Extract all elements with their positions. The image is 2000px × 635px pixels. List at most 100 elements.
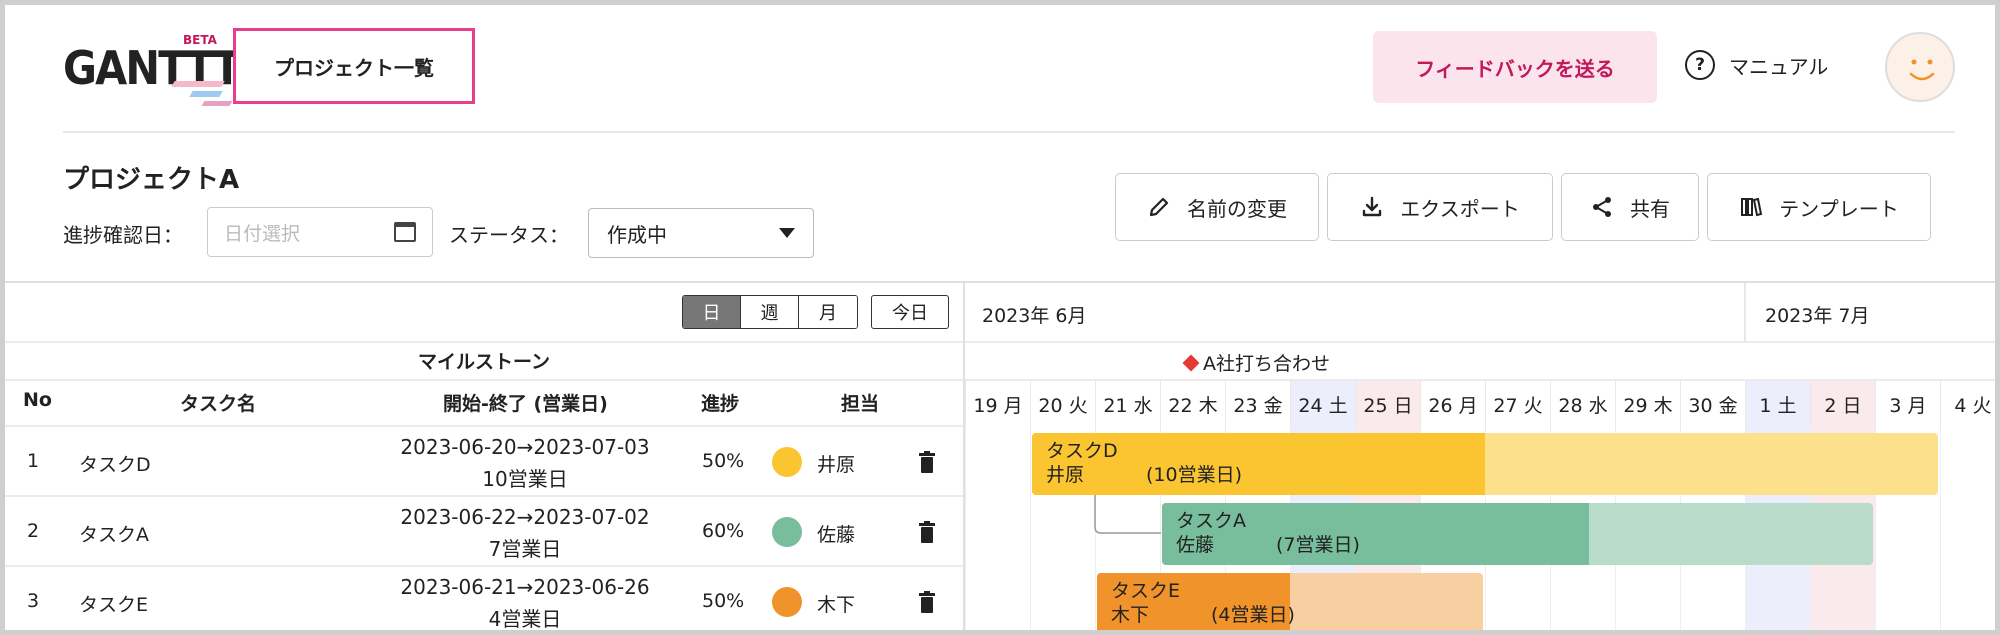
gantt-bar-info: 井原 (10営業日) [1046,463,1242,487]
gantt-bar-assignee: 佐藤 [1176,534,1215,556]
gantt-bar-info: 佐藤 (7営業日) [1176,533,1360,557]
column-header-no: No [23,389,52,411]
gantt-bar[interactable]: タスクA 佐藤 (7営業日) [1162,503,1873,565]
template-label: テンプレート [1779,196,1899,221]
gantt-bar[interactable]: タスクD 井原 (10営業日) [1032,433,1938,495]
day-header: 20 火 [1030,381,1095,427]
milestone-item: A社打ち合わせ [1203,353,1330,375]
manual-link[interactable]: ? マニュアル [1685,45,1828,85]
task-name: タスクD [79,454,151,476]
status-label: ステータス： [449,223,569,247]
date-label: 進捗確認日： [63,223,183,247]
diamond-icon [1182,354,1200,371]
task-days: 10営業日 [482,467,568,491]
day-header: 30 金 [1680,381,1745,427]
rename-label: 名前の変更 [1187,196,1287,221]
date-picker-input[interactable]: 日付選択 [207,207,433,257]
project-list-button[interactable]: プロジェクト一覧 [233,28,475,104]
books-icon [1739,195,1763,219]
task-days: 7営業日 [488,537,562,561]
milestone-label: マイルストーン [417,351,551,373]
gantt-bar-info: 木下 (4営業日) [1111,603,1295,627]
gantt-bar-label: タスクD 井原 (10営業日) [1046,439,1242,487]
user-avatar[interactable] [1885,32,1955,102]
gantt-bar-label: タスクA 佐藤 (7営業日) [1176,509,1360,557]
day-header: 25 日 [1355,381,1420,427]
task-no: 3 [27,590,40,612]
status-value: 作成中 [607,222,667,247]
assignee-color-dot [772,587,802,617]
day-header: 27 火 [1485,381,1550,427]
trash-icon[interactable] [919,591,935,613]
share-label: 共有 [1630,196,1670,221]
export-label: エクスポート [1400,196,1520,221]
gantt-bar-days: (10営業日) [1146,464,1243,486]
row-divider [5,565,963,567]
feedback-button[interactable]: フィードバックを送る [1373,31,1657,103]
view-month-toggle[interactable]: 月 [799,296,857,328]
day-header: 19 月 [965,381,1030,427]
gantt-bar-task: タスクE [1111,580,1181,602]
share-button[interactable]: 共有 [1561,173,1699,241]
view-scale-toggle: 日 週 月 [682,295,858,329]
month-label: 2023年 7月 [1765,305,1870,327]
day-column [1940,427,1995,630]
task-progress: 60% [702,520,745,542]
template-button[interactable]: テンプレート [1707,173,1931,241]
gantt-bar-assignee: 井原 [1046,464,1085,486]
rename-button[interactable]: 名前の変更 [1115,173,1319,241]
task-days: 4営業日 [488,607,562,631]
gantt-bar-days: (7営業日) [1276,534,1360,556]
task-name: タスクE [79,594,149,616]
logo-stripe [171,81,225,87]
export-button[interactable]: エクスポート [1327,173,1553,241]
project-title: プロジェクトA [63,165,240,195]
share-icon [1590,195,1614,219]
header-divider [63,131,1955,133]
column-header-period: 開始-終了 (営業日) [443,393,608,415]
month-label: 2023年 6月 [982,305,1087,327]
date-placeholder: 日付選択 [224,222,301,245]
column-header-task: タスク名 [180,393,257,415]
gantt-bar-label: タスクE 木下 (4営業日) [1111,579,1295,627]
trash-icon[interactable] [919,451,935,473]
logo-stripe [201,101,233,106]
gantt-bar-task: タスクD [1046,440,1118,462]
day-header: 23 金 [1225,381,1290,427]
task-progress: 50% [702,450,745,472]
milestone-marker[interactable]: A社打ち合わせ [1182,349,1330,376]
assignee-color-dot [772,517,802,547]
task-no: 1 [27,450,40,472]
task-range: 2023-06-21→2023-06-26 [400,575,650,599]
task-range: 2023-06-22→2023-07-02 [400,505,650,529]
gantt-bar[interactable]: タスクE 木下 (4営業日) [1097,573,1483,630]
task-no: 2 [27,520,40,542]
trash-icon[interactable] [919,521,935,543]
task-range: 2023-06-20→2023-07-03 [400,435,650,459]
calendar-icon [394,222,416,242]
logo-stripe [189,91,223,97]
month-divider [1744,283,1746,341]
day-header: 28 水 [1550,381,1615,427]
help-icon: ? [1685,50,1715,80]
day-header: 29 木 [1615,381,1680,427]
day-header: 21 水 [1095,381,1160,427]
status-select[interactable]: 作成中 [588,208,814,258]
view-day-toggle[interactable]: 日 [683,296,741,328]
gantt-bar-days: (4営業日) [1211,604,1295,626]
day-header: 2 日 [1810,381,1875,427]
view-week-toggle[interactable]: 週 [741,296,799,328]
manual-label: マニュアル [1729,54,1829,79]
day-header: 26 月 [1420,381,1485,427]
pencil-icon [1147,195,1171,219]
column-header-assignee: 担当 [841,393,880,415]
today-button[interactable]: 今日 [871,295,949,329]
app-frame: GANTTT BETA プロジェクト一覧 フィードバックを送る ? マニュアル … [0,0,2000,635]
ganttt-logo[interactable]: GANTTT BETA [63,33,241,109]
day-header: 4 火 [1940,381,1995,427]
gantt-bar-task: タスクA [1176,510,1246,532]
task-name: タスクA [79,524,149,546]
day-column [965,427,1030,630]
row-divider [5,341,1995,343]
column-header-progress: 進捗 [701,393,740,415]
